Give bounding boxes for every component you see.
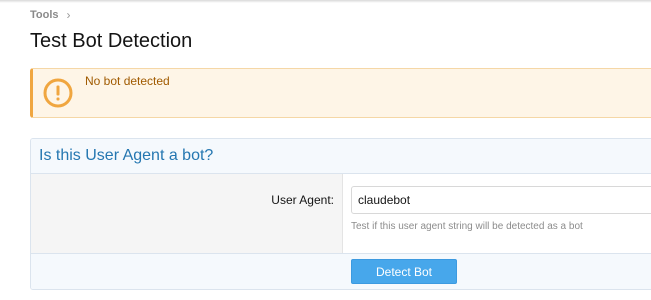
- bot-test-form: Is this User Agent a bot? User Agent: Te…: [30, 138, 651, 290]
- user-agent-label: User Agent:: [271, 193, 334, 207]
- user-agent-row: User Agent: Test if this user agent stri…: [31, 174, 651, 254]
- breadcrumb: Tools ›: [30, 8, 71, 22]
- notice-message: No bot detected: [85, 74, 170, 88]
- user-agent-hint: Test if this user agent string will be d…: [351, 221, 583, 232]
- label-column: User Agent:: [31, 174, 343, 253]
- user-agent-input[interactable]: [351, 186, 651, 214]
- input-column: Test if this user agent string will be d…: [351, 186, 651, 232]
- form-heading: Is this User Agent a bot?: [39, 147, 214, 164]
- form-header: Is this User Agent a bot?: [31, 139, 651, 174]
- page-title: Test Bot Detection: [30, 30, 193, 52]
- submit-row: Detect Bot: [31, 254, 651, 289]
- warning-icon: [43, 78, 73, 108]
- chevron-right-icon: ›: [66, 8, 71, 22]
- detect-bot-button[interactable]: Detect Bot: [351, 259, 457, 284]
- top-shadow: [0, 0, 651, 3]
- warning-notice: No bot detected: [30, 68, 651, 118]
- breadcrumb-link-tools[interactable]: Tools: [30, 9, 59, 21]
